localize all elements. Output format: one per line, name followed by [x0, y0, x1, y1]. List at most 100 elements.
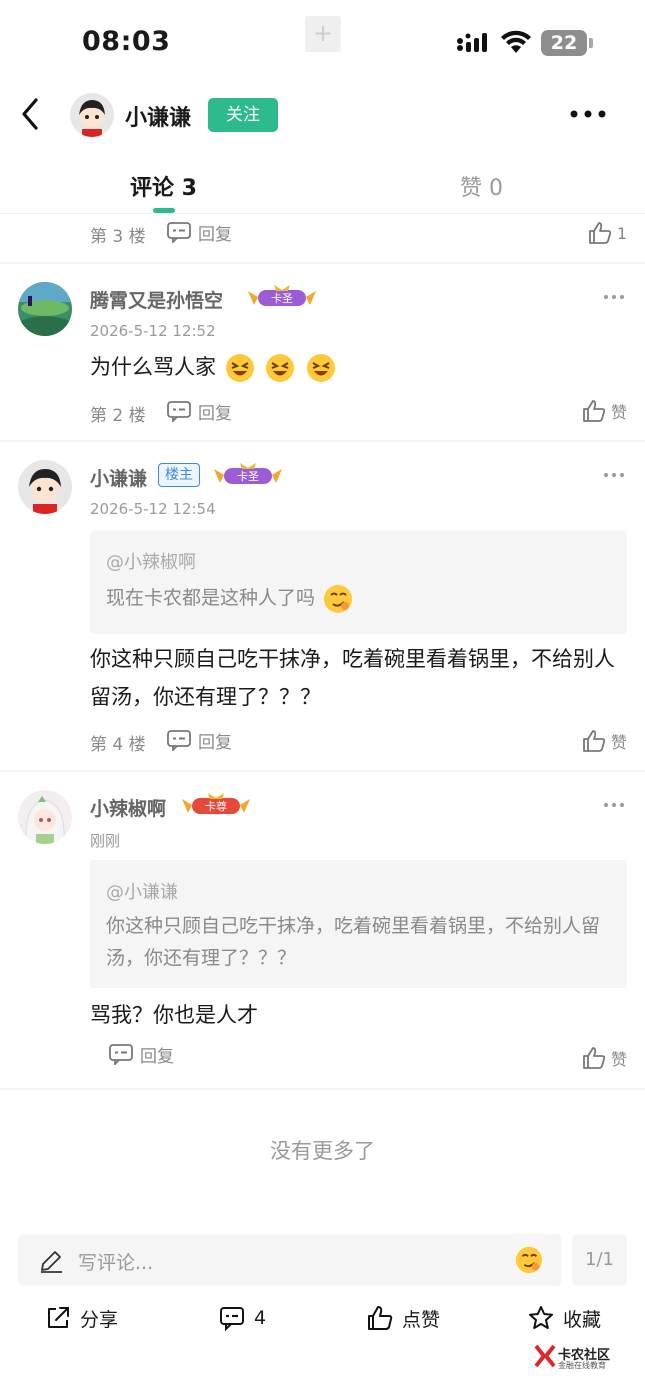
floor-label: 第 3 楼 — [90, 227, 146, 247]
header-username[interactable]: 小谦谦 — [125, 100, 191, 132]
badge-label: 卡圣 — [237, 470, 259, 483]
header: 小谦谦 关注 — [0, 80, 645, 152]
comment-body: 为什么骂人家 — [90, 355, 216, 379]
divider — [0, 1088, 645, 1090]
favorite-label: 收藏 — [563, 1308, 602, 1331]
reply-label: 回复 — [198, 403, 232, 424]
reply-label: 回复 — [198, 224, 232, 245]
quoted-comment[interactable]: @小辣椒啊 现在卡农都是这种人了吗 — [90, 530, 627, 634]
avatar[interactable] — [18, 460, 72, 514]
owner-badge: 楼主 — [158, 463, 200, 487]
like-button[interactable]: 赞 — [581, 726, 627, 756]
comment-timestamp: 刚刚 — [90, 832, 121, 850]
reply-icon — [167, 730, 191, 751]
quote-author: @小谦谦 — [106, 882, 178, 903]
level-badge: 卡圣 — [248, 285, 316, 306]
reply-button[interactable]: 回复 — [166, 397, 232, 425]
more-icon[interactable] — [566, 106, 610, 122]
tab-indicator — [153, 208, 175, 213]
battery-cap — [589, 38, 593, 48]
comment-more-icon[interactable] — [603, 293, 625, 301]
brand-logo: 卡农社区 金融在线教育 — [534, 1344, 614, 1374]
like-button[interactable]: 赞 — [581, 396, 627, 426]
avatar[interactable] — [18, 282, 72, 336]
like-label: 赞 — [610, 403, 627, 422]
sneaky-emoji-icon — [324, 584, 353, 613]
badge-label: 卡尊 — [205, 799, 227, 813]
thumbs-up-icon — [583, 1047, 606, 1069]
quote-author: @小辣椒啊 — [106, 552, 196, 573]
like-button[interactable]: 1 — [587, 218, 627, 248]
comment-input[interactable]: 写评论... — [18, 1234, 561, 1286]
comment-text: 为什么骂人家 — [90, 348, 627, 386]
battery-icon: 22 — [541, 30, 587, 56]
brand-mark-icon — [534, 1344, 556, 1368]
avatar[interactable] — [18, 790, 72, 844]
back-icon[interactable] — [14, 94, 48, 134]
divider — [0, 262, 645, 264]
divider — [0, 770, 645, 772]
share-icon — [48, 1307, 69, 1328]
like-button[interactable]: 赞 — [581, 1043, 627, 1073]
comment-more-icon[interactable] — [603, 801, 625, 809]
comment-author[interactable]: 小谦谦 — [90, 464, 147, 491]
thumbs-up-icon — [368, 1306, 393, 1330]
reply-label: 回复 — [198, 732, 232, 753]
floor-label: 第 4 楼 — [90, 735, 146, 755]
reply-icon — [167, 401, 191, 422]
reply-button[interactable]: 回复 — [166, 726, 232, 754]
action-bar: 分享 4 点赞 收藏 — [0, 1300, 645, 1340]
like-post-button[interactable]: 点赞 — [366, 1300, 440, 1336]
signal-icon — [457, 33, 487, 52]
divider — [0, 440, 645, 442]
comment-footer: 第 3 楼 回复 — [90, 218, 627, 247]
plus-icon: + — [305, 16, 341, 52]
like-label: 赞 — [610, 733, 627, 752]
pencil-icon — [41, 1251, 62, 1273]
like-count: 1 — [616, 223, 627, 243]
level-badge: 卡圣 — [214, 463, 282, 484]
wifi-icon — [501, 30, 531, 53]
reply-button[interactable]: 回复 — [108, 1040, 174, 1068]
comment-footer: 第 2 楼 回复 — [90, 397, 627, 426]
quoted-comment[interactable]: @小谦谦 你这种只顾自己吃干抹净，吃着碗里看着锅里，不给别人留汤，你还有理了？？… — [90, 860, 627, 988]
reply-icon — [109, 1044, 133, 1065]
page-indicator[interactable]: 1/1 — [572, 1234, 627, 1286]
comment-author[interactable]: 腾霄又是孙悟空 — [90, 286, 223, 313]
share-label: 分享 — [80, 1308, 119, 1331]
reply-button[interactable]: 回复 — [166, 218, 232, 246]
share-button[interactable]: 分享 — [44, 1300, 118, 1336]
favorite-button[interactable]: 收藏 — [527, 1300, 601, 1336]
quote-text: 你这种只顾自己吃干抹净，吃着碗里看着锅里，不给别人留汤，你还有理了？？？ — [106, 915, 601, 969]
comment-icon — [220, 1307, 244, 1332]
comment-timestamp: 2026-5-12 12:54 — [90, 500, 216, 518]
thumbs-up-icon — [588, 222, 611, 244]
floor-label: 第 2 楼 — [90, 406, 146, 426]
like-label: 赞 — [610, 1050, 627, 1069]
laughing-emoji-icon — [307, 354, 336, 382]
thumbs-up-icon — [583, 730, 606, 752]
no-more-label: 没有更多了 — [270, 1139, 375, 1163]
quote-text: 现在卡农都是这种人了吗 — [106, 582, 611, 614]
laughing-emoji-icon — [225, 354, 254, 382]
emoji-icon[interactable] — [515, 1246, 543, 1274]
comment-more-icon[interactable] — [603, 471, 625, 479]
follow-button[interactable]: 关注 — [208, 98, 278, 132]
reply-label: 回复 — [140, 1046, 174, 1067]
tab-likes[interactable]: 赞 0 — [460, 170, 503, 202]
comment-text: 骂我？你也是人才 — [90, 1003, 258, 1027]
input-placeholder: 写评论... — [78, 1252, 154, 1274]
status-bar: 08:03 + 22 — [0, 0, 645, 80]
comments-button[interactable]: 4 — [218, 1300, 266, 1336]
level-badge: 卡尊 — [182, 793, 250, 814]
avatar[interactable] — [70, 93, 114, 137]
reply-icon — [167, 222, 191, 243]
comment-author[interactable]: 小辣椒啊 — [90, 794, 166, 821]
tab-comments[interactable]: 评论 3 — [130, 170, 197, 202]
star-icon — [529, 1306, 553, 1329]
comments-count: 4 — [254, 1307, 267, 1329]
thumbs-up-icon — [583, 400, 606, 422]
comment-footer: 第 4 楼 回复 — [90, 726, 627, 755]
comment-timestamp: 2026-5-12 12:52 — [90, 322, 216, 340]
brand-subtitle: 金融在线教育 — [558, 1361, 606, 1370]
